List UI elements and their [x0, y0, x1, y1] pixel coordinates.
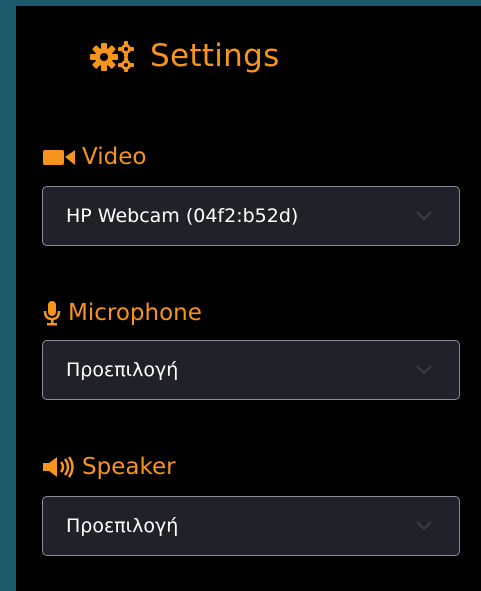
- gears-icon: [88, 39, 142, 73]
- chevron-down-icon[interactable]: [415, 520, 433, 532]
- chevron-down-icon[interactable]: [415, 364, 433, 376]
- settings-panel: Settings Video HP Webcam (04f2:b52d) Mic…: [16, 6, 481, 591]
- chevron-down-icon[interactable]: [415, 210, 433, 222]
- microphone-select-value: Προεπιλογή: [66, 359, 179, 381]
- page-title: Settings: [150, 38, 280, 74]
- speaker-select[interactable]: Προεπιλογή: [42, 496, 460, 556]
- microphone-select[interactable]: Προεπιλογή: [42, 340, 460, 400]
- video-label-text: Video: [82, 144, 147, 170]
- speaker-label-text: Speaker: [82, 454, 176, 480]
- microphone-icon: [42, 300, 62, 326]
- video-label: Video: [42, 144, 146, 170]
- speaker-select-value: Προεπιλογή: [66, 515, 179, 537]
- speaker-icon: [42, 456, 76, 478]
- video-select[interactable]: HP Webcam (04f2:b52d): [42, 186, 460, 246]
- video-camera-icon: [42, 147, 76, 167]
- video-select-value: HP Webcam (04f2:b52d): [66, 205, 299, 227]
- settings-header: Settings: [88, 32, 280, 80]
- speaker-label: Speaker: [42, 454, 176, 480]
- microphone-label: Microphone: [42, 300, 202, 326]
- microphone-label-text: Microphone: [68, 300, 202, 326]
